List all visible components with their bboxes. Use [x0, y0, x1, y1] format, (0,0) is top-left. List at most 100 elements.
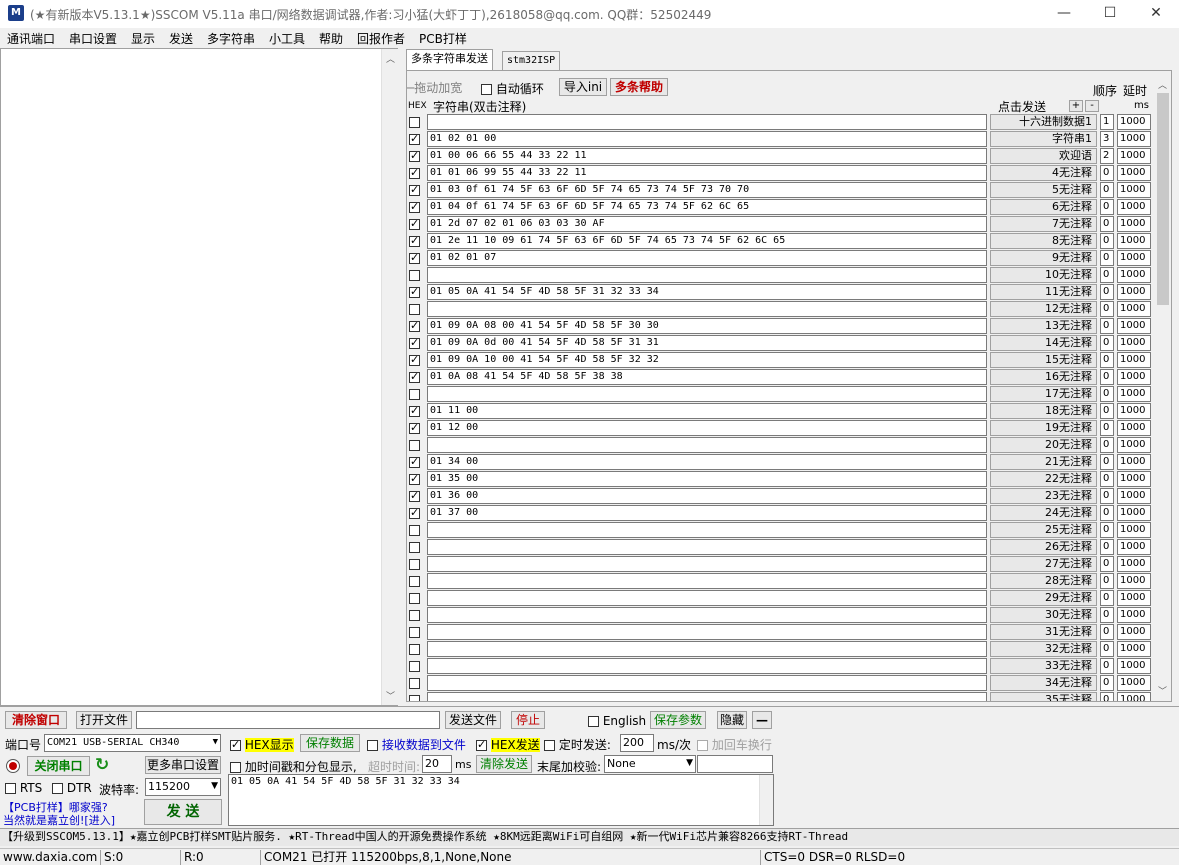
import-ini-button[interactable]: 导入ini: [559, 78, 607, 96]
row-send-button[interactable]: 18无注释: [990, 403, 1097, 419]
row-send-button[interactable]: 25无注释: [990, 522, 1097, 538]
row-hex-checkbox[interactable]: [409, 270, 420, 281]
row-delay-input[interactable]: 1000: [1117, 199, 1151, 215]
row-string-input[interactable]: [427, 692, 987, 701]
row-delay-input[interactable]: 1000: [1117, 165, 1151, 181]
stop-button[interactable]: 停止: [511, 711, 545, 729]
menu-send[interactable]: 发送: [169, 30, 193, 47]
row-string-input[interactable]: 01 02 01 07: [427, 250, 987, 266]
row-hex-checkbox[interactable]: [409, 132, 420, 145]
row-hex-checkbox[interactable]: [409, 661, 420, 672]
row-order-input[interactable]: 0: [1100, 284, 1114, 300]
row-order-input[interactable]: 0: [1100, 573, 1114, 589]
row-string-input[interactable]: 01 0A 08 41 54 5F 4D 58 5F 38 38: [427, 369, 987, 385]
row-send-button[interactable]: 33无注释: [990, 658, 1097, 674]
timestamp-checkbox[interactable]: 加时间戳和分包显示,: [230, 758, 357, 775]
send-scrollbar[interactable]: [759, 775, 773, 825]
row-order-input[interactable]: 0: [1100, 624, 1114, 640]
rts-checkbox[interactable]: RTS: [5, 781, 42, 795]
row-hex-checkbox[interactable]: [409, 319, 420, 332]
row-hex-checkbox[interactable]: [409, 627, 420, 638]
row-order-input[interactable]: 0: [1100, 165, 1114, 181]
row-string-input[interactable]: [427, 114, 987, 130]
row-hex-checkbox[interactable]: [409, 183, 420, 196]
row-delay-input[interactable]: 1000: [1117, 182, 1151, 198]
hex-display-checkbox[interactable]: HEX显示: [230, 736, 294, 753]
row-send-button[interactable]: 24无注释: [990, 505, 1097, 521]
row-string-input[interactable]: 01 03 0f 61 74 5F 63 6F 6D 5F 74 65 73 7…: [427, 182, 987, 198]
row-delay-input[interactable]: 1000: [1117, 216, 1151, 232]
row-hex-checkbox[interactable]: [409, 542, 420, 553]
save-data-button[interactable]: 保存数据: [300, 734, 360, 752]
row-send-button[interactable]: 欢迎语: [990, 148, 1097, 164]
status-site[interactable]: www.daxia.com: [0, 850, 97, 865]
row-delay-input[interactable]: 1000: [1117, 250, 1151, 266]
row-order-input[interactable]: 0: [1100, 267, 1114, 283]
scroll-down-icon[interactable]: ﹀: [1158, 684, 1167, 697]
row-order-input[interactable]: 0: [1100, 658, 1114, 674]
row-send-button[interactable]: 23无注释: [990, 488, 1097, 504]
row-string-input[interactable]: [427, 658, 987, 674]
row-send-button[interactable]: 30无注释: [990, 607, 1097, 623]
row-order-input[interactable]: 0: [1100, 641, 1114, 657]
row-send-button[interactable]: 19无注释: [990, 420, 1097, 436]
row-string-input[interactable]: 01 02 01 00: [427, 131, 987, 147]
row-send-button[interactable]: 15无注释: [990, 352, 1097, 368]
row-send-button[interactable]: 10无注释: [990, 267, 1097, 283]
row-string-input[interactable]: [427, 437, 987, 453]
row-order-input[interactable]: 0: [1100, 199, 1114, 215]
row-delay-input[interactable]: 1000: [1117, 267, 1151, 283]
timed-send-checkbox[interactable]: 定时发送:: [544, 736, 611, 753]
row-hex-checkbox[interactable]: [409, 455, 420, 468]
row-hex-checkbox[interactable]: [409, 678, 420, 689]
dtr-checkbox[interactable]: DTR: [52, 781, 92, 795]
port-select[interactable]: COM21 USB-SERIAL CH340 ▼: [44, 734, 221, 752]
row-order-input[interactable]: 0: [1100, 335, 1114, 351]
row-hex-checkbox[interactable]: [409, 336, 420, 349]
row-order-input[interactable]: 0: [1100, 607, 1114, 623]
collapse-button[interactable]: —: [752, 711, 772, 729]
row-hex-checkbox[interactable]: [409, 389, 420, 400]
row-string-input[interactable]: 01 09 0A 08 00 41 54 5F 4D 58 5F 30 30: [427, 318, 987, 334]
row-delay-input[interactable]: 1000: [1117, 556, 1151, 572]
row-order-input[interactable]: 0: [1100, 437, 1114, 453]
row-order-input[interactable]: 0: [1100, 488, 1114, 504]
pcb-link-enter[interactable]: 当然就是嘉立创![进入]: [3, 812, 115, 828]
row-order-input[interactable]: 0: [1100, 539, 1114, 555]
row-order-input[interactable]: 0: [1100, 590, 1114, 606]
row-delay-input[interactable]: 1000: [1117, 352, 1151, 368]
row-order-input[interactable]: 0: [1100, 233, 1114, 249]
send-textarea[interactable]: 01 05 0A 41 54 5F 4D 58 5F 31 32 33 34: [228, 774, 774, 826]
row-order-input[interactable]: 0: [1100, 369, 1114, 385]
row-delay-input[interactable]: 1000: [1117, 437, 1151, 453]
row-delay-input[interactable]: 1000: [1117, 148, 1151, 164]
hide-button[interactable]: 隐藏: [717, 711, 747, 729]
row-send-button[interactable]: 14无注释: [990, 335, 1097, 351]
row-order-input[interactable]: 3: [1100, 131, 1114, 147]
row-send-button[interactable]: 4无注释: [990, 165, 1097, 181]
tab-multi-string[interactable]: 多条字符串发送: [406, 49, 493, 70]
row-delay-input[interactable]: 1000: [1117, 624, 1151, 640]
drag-widen-label[interactable]: ─拖动加宽: [407, 79, 462, 96]
row-order-input[interactable]: 0: [1100, 318, 1114, 334]
row-order-input[interactable]: 0: [1100, 522, 1114, 538]
scroll-down-icon[interactable]: ﹀: [386, 689, 395, 702]
row-string-input[interactable]: 01 11 00: [427, 403, 987, 419]
row-string-input[interactable]: 01 01 06 99 55 44 33 22 11: [427, 165, 987, 181]
row-send-button[interactable]: 27无注释: [990, 556, 1097, 572]
news-ticker[interactable]: 【升级到SSCOM5.13.1】★嘉立创PCB打样SMT贴片服务. ★RT-Th…: [0, 828, 1179, 846]
row-order-input[interactable]: 0: [1100, 420, 1114, 436]
row-send-button[interactable]: 34无注释: [990, 675, 1097, 691]
checksum-select[interactable]: None ▼: [604, 755, 696, 773]
dropdown-arrow-icon[interactable]: ▼: [211, 779, 218, 794]
row-hex-checkbox[interactable]: [409, 525, 420, 536]
clear-window-button[interactable]: 清除窗口: [5, 711, 67, 729]
row-order-input[interactable]: 0: [1100, 692, 1114, 701]
row-delay-input[interactable]: 1000: [1117, 131, 1151, 147]
row-string-input[interactable]: [427, 590, 987, 606]
row-string-input[interactable]: [427, 607, 987, 623]
receive-textarea[interactable]: ︿ ﹀: [0, 48, 398, 706]
row-delay-input[interactable]: 1000: [1117, 301, 1151, 317]
row-delay-input[interactable]: 1000: [1117, 318, 1151, 334]
row-send-button[interactable]: 35无注释: [990, 692, 1097, 701]
